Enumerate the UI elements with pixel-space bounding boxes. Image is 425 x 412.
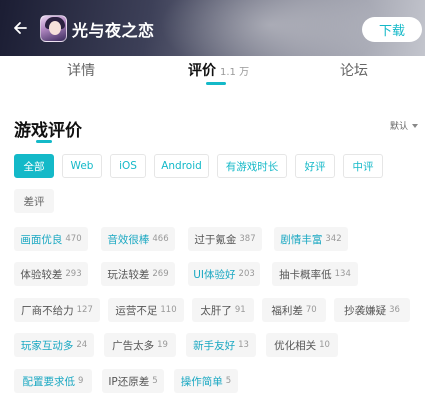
- filter-has-playtime[interactable]: 有游戏时长: [217, 154, 287, 178]
- tab-forum-label: 论坛: [340, 63, 368, 79]
- review-tag-label: 体验较差: [20, 268, 63, 281]
- review-tag-count: 342: [325, 234, 342, 244]
- download-button[interactable]: 下载: [362, 17, 422, 42]
- review-tag-count: 10: [319, 340, 330, 350]
- review-tag-count: 70: [305, 305, 317, 315]
- app-title: 光与夜之恋: [72, 21, 155, 40]
- review-tag[interactable]: UI体验好 203: [188, 262, 260, 286]
- filter-ios[interactable]: iOS: [110, 154, 146, 178]
- review-tag-label: 画面优良: [20, 233, 63, 246]
- review-tag-count: 269: [152, 269, 169, 279]
- filter-label: 有游戏时长: [225, 160, 279, 173]
- tab-active-indicator: [206, 82, 226, 85]
- review-tag-count: 127: [76, 305, 93, 315]
- review-tag-count: 36: [389, 305, 400, 315]
- review-tag-label: 玩家互动多: [20, 339, 74, 352]
- review-tag-count: 5: [225, 376, 232, 386]
- app-header: 光与夜之恋 下载: [0, 0, 425, 56]
- filter-label: Android: [161, 160, 202, 172]
- review-tag-count: 19: [157, 340, 168, 350]
- review-tag[interactable]: 厂商不给力 127: [14, 298, 100, 322]
- filter-positive[interactable]: 好评: [295, 154, 335, 178]
- tab-details-label: 详情: [67, 63, 95, 79]
- review-tag[interactable]: 运营不足 110: [108, 298, 184, 322]
- review-tag-count: 13: [238, 340, 249, 350]
- filter-label: 中评: [352, 160, 374, 173]
- review-tag-label: 广告太多: [112, 339, 155, 352]
- review-tag[interactable]: 体验较差 293: [14, 262, 88, 286]
- sort-label: 默认: [390, 122, 409, 132]
- review-tag-label: 抽卡概率低: [279, 268, 332, 281]
- review-tag[interactable]: 画面优良 470: [14, 227, 88, 251]
- tab-forum[interactable]: 论坛: [340, 60, 368, 84]
- review-tag[interactable]: 玩家互动多 24: [14, 333, 94, 357]
- review-tag[interactable]: 新手友好 13: [186, 333, 256, 357]
- review-tag-label: 操作简单: [180, 375, 223, 388]
- back-button[interactable]: [10, 18, 30, 38]
- review-tag-label: 福利差: [271, 304, 303, 317]
- arrow-left-icon: [14, 22, 27, 34]
- review-tag[interactable]: 福利差 70: [262, 298, 326, 322]
- review-tag-label: 太肝了: [200, 304, 232, 317]
- review-tag[interactable]: 太肝了 91: [192, 298, 254, 322]
- review-tag[interactable]: 抽卡概率低 134: [272, 262, 358, 286]
- review-tag[interactable]: 玩法较差 269: [101, 262, 175, 286]
- filter-web[interactable]: Web: [62, 154, 102, 178]
- review-tag[interactable]: IP还原差 5: [102, 369, 164, 393]
- review-tag-count: 5: [152, 376, 158, 386]
- review-tag-label: 配置要求低: [22, 375, 76, 388]
- review-tag-label: 优化相关: [274, 339, 317, 352]
- sort-dropdown[interactable]: 默认: [390, 119, 419, 132]
- review-tag-count: 91: [234, 305, 246, 315]
- review-tag-count: 110: [160, 305, 177, 315]
- filter-android[interactable]: Android: [154, 154, 209, 178]
- review-tag[interactable]: 操作简单 5: [174, 369, 238, 393]
- review-tag[interactable]: 抄袭嫌疑 36: [334, 298, 410, 322]
- tab-reviews-count: 1.1 万: [220, 67, 250, 78]
- review-tag[interactable]: 过于氪金 387: [188, 227, 262, 251]
- review-tag-label: 新手友好: [193, 339, 236, 352]
- review-tag-label: 剧情丰富: [280, 233, 323, 246]
- filter-label: iOS: [119, 160, 137, 172]
- review-tag-label: 抄袭嫌疑: [344, 304, 387, 317]
- review-tag-count: 387: [239, 234, 256, 244]
- app-icon: [40, 15, 67, 42]
- app-icon-face: [49, 21, 61, 35]
- filter-label: Web: [70, 160, 94, 172]
- filter-all[interactable]: 全部: [14, 154, 54, 178]
- header-glow: [160, 0, 380, 56]
- review-tag-label: 运营不足: [115, 304, 158, 317]
- review-tag-label: 玩法较差: [107, 268, 150, 281]
- review-tag[interactable]: 剧情丰富 342: [274, 227, 348, 251]
- review-tag-label: UI体验好: [193, 268, 236, 281]
- filter-negative[interactable]: 差评: [14, 189, 54, 213]
- review-tag-label: 音效很棒: [107, 233, 150, 246]
- filter-label: 好评: [304, 160, 326, 173]
- review-tag-count: 24: [76, 340, 88, 350]
- review-tag[interactable]: 广告太多 19: [104, 333, 176, 357]
- review-tag[interactable]: 优化相关 10: [266, 333, 338, 357]
- chevron-down-icon: [412, 123, 419, 128]
- review-tag-label: 厂商不给力: [21, 304, 74, 317]
- review-tag[interactable]: 配置要求低 9: [14, 369, 92, 393]
- review-tag-label: IP还原差: [108, 375, 150, 388]
- review-tag-count: 470: [65, 234, 82, 244]
- section-underline: [36, 140, 52, 143]
- review-tag-count: 134: [334, 269, 351, 279]
- filter-label: 全部: [23, 160, 45, 173]
- tab-reviews-label: 评价: [188, 63, 216, 79]
- review-tag-count: 9: [78, 376, 84, 386]
- filter-label: 差评: [23, 195, 45, 208]
- tab-details[interactable]: 详情: [67, 60, 95, 84]
- filter-neutral[interactable]: 中评: [343, 154, 383, 178]
- review-tag-count: 466: [152, 234, 169, 244]
- review-tag-count: 293: [65, 269, 82, 279]
- review-tag-count: 203: [238, 269, 255, 279]
- review-tag[interactable]: 音效很棒 466: [101, 227, 175, 251]
- tab-bar: 详情 评价 1.1 万 论坛: [0, 56, 425, 88]
- tab-reviews[interactable]: 评价 1.1 万: [188, 60, 249, 84]
- review-tag-label: 过于氪金: [194, 233, 237, 246]
- section-title: 游戏评价: [14, 121, 82, 141]
